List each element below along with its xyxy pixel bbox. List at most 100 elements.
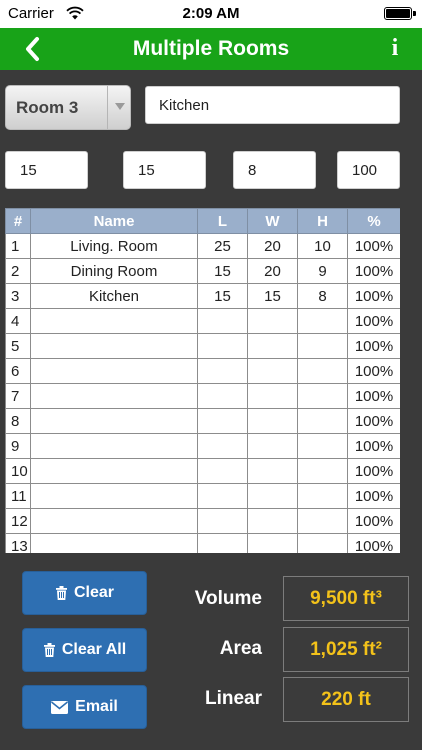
cell-height bbox=[297, 333, 348, 359]
linear-label: Linear bbox=[204, 688, 262, 709]
room-select[interactable]: Room 3 bbox=[5, 85, 131, 130]
cell-height bbox=[297, 483, 348, 509]
linear-value: 220 ft bbox=[283, 677, 409, 722]
clear-label: Clear bbox=[73, 584, 115, 601]
cell-length bbox=[197, 533, 248, 553]
select-divider bbox=[107, 86, 108, 129]
volume-value: 9,500 ft³ bbox=[283, 576, 409, 621]
cell-room-name bbox=[30, 533, 198, 553]
carrier-label: Carrier bbox=[8, 5, 54, 22]
status-bar: Carrier 2:09 AM bbox=[0, 0, 422, 28]
clear-button[interactable]: Clear bbox=[22, 571, 147, 615]
cell-row-number: 11 bbox=[5, 483, 31, 509]
cell-row-number: 5 bbox=[5, 333, 31, 359]
cell-length: 25 bbox=[197, 233, 248, 259]
email-button[interactable]: Email bbox=[22, 685, 147, 729]
cell-length bbox=[197, 408, 248, 434]
cell-length bbox=[197, 358, 248, 384]
cell-length bbox=[197, 508, 248, 534]
percent-input[interactable]: 100 bbox=[337, 151, 400, 189]
cell-percent: 100% bbox=[347, 433, 400, 459]
table-row[interactable]: 10 100% bbox=[5, 458, 400, 484]
cell-length bbox=[197, 458, 248, 484]
cell-row-number: 12 bbox=[5, 508, 31, 534]
cell-row-number: 3 bbox=[5, 283, 31, 309]
cell-row-number: 2 bbox=[5, 258, 31, 284]
cell-room-name: Kitchen bbox=[30, 283, 198, 309]
table-row[interactable]: 7 100% bbox=[5, 383, 400, 409]
cell-percent: 100% bbox=[347, 283, 400, 309]
cell-length bbox=[197, 383, 248, 409]
cell-percent: 100% bbox=[347, 483, 400, 509]
cell-height bbox=[297, 358, 348, 384]
cell-length bbox=[197, 333, 248, 359]
cell-width bbox=[247, 508, 298, 534]
table-row[interactable]: 6 100% bbox=[5, 358, 400, 384]
header-length: L bbox=[197, 208, 248, 234]
header-height: H bbox=[297, 208, 348, 234]
cell-height: 9 bbox=[297, 258, 348, 284]
cell-length bbox=[197, 308, 248, 334]
area-value: 1,025 ft² bbox=[283, 627, 409, 672]
chevron-down-icon bbox=[115, 103, 125, 110]
cell-percent: 100% bbox=[347, 258, 400, 284]
cell-width: 20 bbox=[247, 233, 298, 259]
cell-width: 15 bbox=[247, 283, 298, 309]
cell-percent: 100% bbox=[347, 508, 400, 534]
cell-height bbox=[297, 308, 348, 334]
cell-width bbox=[247, 308, 298, 334]
cell-height bbox=[297, 533, 348, 553]
room-select-value: Room 3 bbox=[16, 98, 79, 117]
cell-percent: 100% bbox=[347, 458, 400, 484]
cell-row-number: 10 bbox=[5, 458, 31, 484]
table-header-row: # Name L W H % bbox=[5, 208, 400, 234]
width-input[interactable]: 15 bbox=[123, 151, 206, 189]
info-icon[interactable]: i bbox=[388, 35, 402, 61]
room-name-input[interactable]: Kitchen bbox=[145, 86, 400, 124]
header-name: Name bbox=[30, 208, 198, 234]
table-row[interactable]: 12 100% bbox=[5, 508, 400, 534]
chevron-left-icon[interactable] bbox=[20, 34, 46, 64]
table-row[interactable]: 3 Kitchen 15 15 8 100% bbox=[5, 283, 400, 309]
cell-room-name bbox=[30, 408, 198, 434]
cell-height bbox=[297, 383, 348, 409]
nav-bar: Multiple Rooms i bbox=[0, 28, 422, 70]
table-row[interactable]: 9 100% bbox=[5, 433, 400, 459]
cell-room-name bbox=[30, 358, 198, 384]
volume-label: Volume bbox=[194, 588, 262, 609]
clear-all-button[interactable]: Clear All bbox=[22, 628, 147, 672]
cell-length bbox=[197, 483, 248, 509]
clear-all-label: Clear All bbox=[61, 641, 127, 658]
cell-room-name bbox=[30, 483, 198, 509]
table-row[interactable]: 8 100% bbox=[5, 408, 400, 434]
table-row[interactable]: 1 Living. Room 25 20 10 100% bbox=[5, 233, 400, 259]
cell-length: 15 bbox=[197, 258, 248, 284]
cell-height: 8 bbox=[297, 283, 348, 309]
cell-width bbox=[247, 383, 298, 409]
cell-width bbox=[247, 358, 298, 384]
height-input[interactable]: 8 bbox=[233, 151, 316, 189]
cell-width bbox=[247, 433, 298, 459]
cell-room-name: Living. Room bbox=[30, 233, 198, 259]
table-row[interactable]: 5 100% bbox=[5, 333, 400, 359]
cell-height bbox=[297, 433, 348, 459]
header-width: W bbox=[247, 208, 298, 234]
cell-width bbox=[247, 408, 298, 434]
rooms-table[interactable]: # Name L W H % 1 Living. Room 25 20 10 100% 2 D… bbox=[5, 208, 400, 553]
table-row[interactable]: 4 100% bbox=[5, 308, 400, 334]
table-row[interactable]: 13 100% bbox=[5, 533, 400, 553]
cell-room-name bbox=[30, 308, 198, 334]
cell-room-name: Dining Room bbox=[30, 258, 198, 284]
table-row[interactable]: 2 Dining Room 15 20 9 100% bbox=[5, 258, 400, 284]
cell-row-number: 6 bbox=[5, 358, 31, 384]
table-row[interactable]: 11 100% bbox=[5, 483, 400, 509]
cell-row-number: 1 bbox=[5, 233, 31, 259]
length-input[interactable]: 15 bbox=[5, 151, 88, 189]
cell-row-number: 13 bbox=[5, 533, 31, 553]
cell-room-name bbox=[30, 333, 198, 359]
page-title: Multiple Rooms bbox=[132, 37, 290, 60]
wifi-icon bbox=[66, 6, 84, 20]
cell-width bbox=[247, 533, 298, 553]
cell-percent: 100% bbox=[347, 533, 400, 553]
area-label: Area bbox=[219, 638, 262, 659]
